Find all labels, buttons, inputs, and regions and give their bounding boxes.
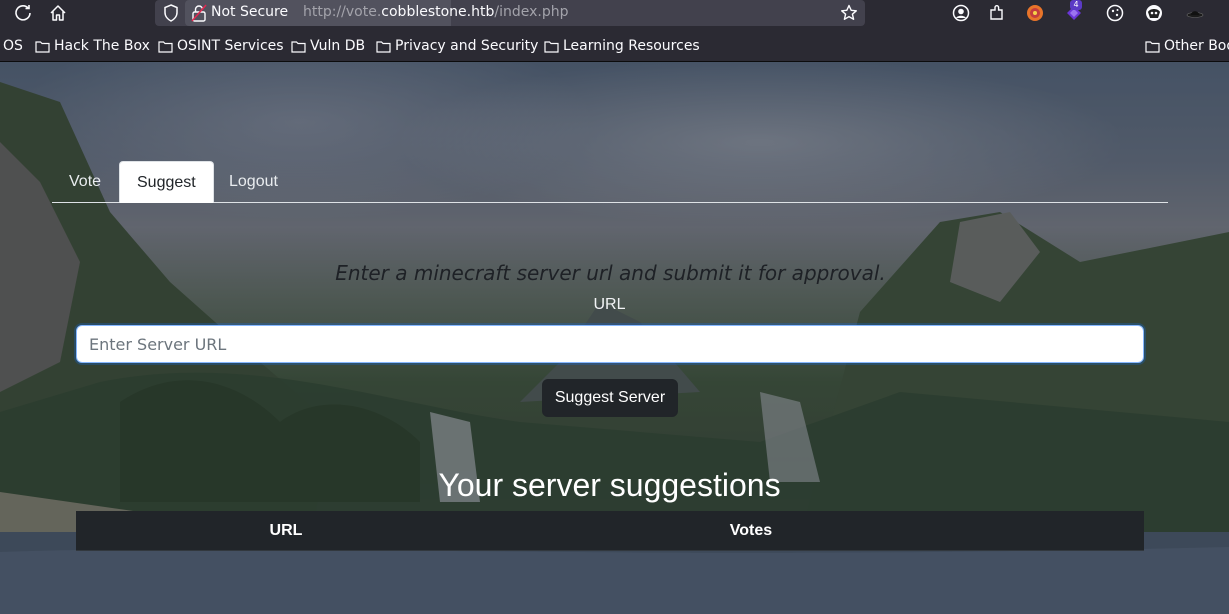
bookmark-learning-resources[interactable]: Learning Resources [544, 37, 700, 55]
browser-toolbar: Not Secure http://vote.cobblestone.htb/i… [0, 0, 1229, 27]
foxyproxy-icon[interactable] [1025, 3, 1045, 23]
server-url-input[interactable] [76, 325, 1144, 363]
bookmark-os[interactable]: OS [3, 37, 23, 55]
star-icon[interactable] [839, 3, 859, 23]
bookmark-hack-the-box[interactable]: Hack The Box [35, 37, 150, 55]
nav-tabs: Vote Suggest Logout [52, 161, 1168, 203]
url-text[interactable]: http://vote.cobblestone.htb/index.php [303, 4, 569, 20]
security-label: Not Secure [211, 4, 289, 20]
column-header-url: URL [269, 522, 303, 539]
folder-icon [35, 40, 50, 53]
bookmark-vuln-db[interactable]: Vuln DB [291, 37, 365, 55]
folder-icon [158, 40, 173, 53]
suggest-intro-text: Enter a minecraft server url and submit … [335, 261, 886, 285]
bookmarks-bar: OS Hack The Box OSINT Services Vuln DB P… [0, 27, 1229, 62]
tab-suggest[interactable]: Suggest [119, 161, 214, 203]
shield-icon[interactable] [161, 3, 181, 23]
page-content: Vote Suggest Logout Enter a minecraft se… [0, 62, 1229, 614]
tab-logout[interactable]: Logout [212, 161, 295, 202]
suggestions-table: URL Votes [76, 511, 1144, 551]
folder-icon [376, 40, 391, 53]
bookmark-other-bookmarks[interactable]: Other Boo [1145, 37, 1229, 55]
hat-icon[interactable] [1185, 3, 1205, 23]
home-icon[interactable] [48, 3, 68, 23]
folder-icon [291, 40, 306, 53]
reload-icon[interactable] [13, 3, 33, 23]
suggest-server-button[interactable]: Suggest Server [542, 379, 678, 417]
account-icon[interactable] [951, 3, 971, 23]
url-bar[interactable]: Not Secure http://vote.cobblestone.htb/i… [155, 0, 865, 26]
url-field-label: URL [593, 296, 626, 313]
cookie-icon[interactable] [1105, 3, 1125, 23]
bookmark-privacy-and-security[interactable]: Privacy and Security [376, 37, 538, 55]
lock-icon [191, 4, 207, 22]
hacker-mask-icon[interactable] [1144, 3, 1164, 23]
bookmark-osint-services[interactable]: OSINT Services [158, 37, 284, 55]
column-header-votes: Votes [729, 522, 773, 539]
folder-icon [544, 40, 559, 53]
extensions-icon[interactable] [987, 3, 1007, 23]
extension-badge: 4 [1070, 0, 1082, 10]
suggestions-title: Your server suggestions [438, 467, 781, 503]
folder-icon [1145, 40, 1160, 53]
tab-vote[interactable]: Vote [52, 161, 118, 202]
